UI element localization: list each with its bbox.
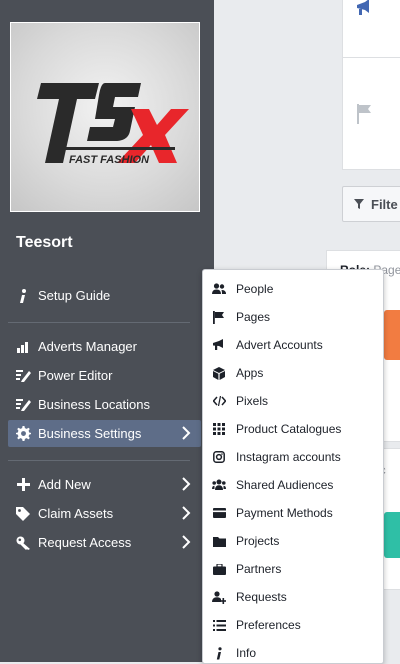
edit-icon (15, 397, 31, 413)
nav-business-locations[interactable]: Business Locations (8, 391, 201, 418)
card-icon (212, 506, 226, 520)
orange-thumbnail (384, 310, 400, 360)
menu-item-label: People (236, 282, 274, 296)
menu-item-label: Advert Accounts (236, 338, 323, 352)
chevron-right-icon (179, 506, 193, 520)
folder-icon (212, 534, 226, 548)
menu-item-label: Requests (236, 590, 287, 604)
menu-item-preferences[interactable]: Preferences (203, 611, 383, 639)
nav-power-editor[interactable]: Power Editor (8, 362, 201, 389)
nav-label: Business Settings (38, 426, 142, 441)
code-icon (212, 394, 226, 408)
nav-business-settings[interactable]: Business Settings (8, 420, 201, 447)
filter-icon (353, 198, 365, 210)
chevron-right-icon (179, 535, 193, 549)
chevron-right-icon (179, 477, 193, 491)
flag-icon (356, 103, 374, 125)
flag-icon (212, 310, 226, 324)
nav-request-access[interactable]: Request Access (8, 529, 201, 556)
briefcase-icon (212, 562, 226, 576)
menu-item-label: Product Catalogues (236, 422, 342, 436)
nav-claim-assets[interactable]: Claim Assets (8, 500, 201, 527)
filter-label: Filte (371, 196, 398, 212)
filter-button[interactable]: Filte (342, 186, 400, 222)
chevron-right-icon (179, 426, 193, 440)
business-name: Teesort (16, 234, 73, 251)
menu-item-instagram-accounts[interactable]: Instagram accounts (203, 443, 383, 471)
menu-item-label: Instagram accounts (236, 450, 341, 464)
nav-add-new[interactable]: Add New (8, 471, 201, 498)
plus-icon (15, 477, 31, 493)
menu-item-label: Payment Methods (236, 506, 333, 520)
menu-item-advert-accounts[interactable]: Advert Accounts (203, 331, 383, 359)
menu-item-label: Shared Audiences (236, 478, 334, 492)
menu-item-label: Pages (236, 310, 271, 324)
teal-thumbnail (384, 512, 400, 558)
menu-item-label: Preferences (236, 618, 301, 632)
menu-item-label: Apps (236, 366, 264, 380)
megaphone-icon (212, 338, 226, 352)
nav-label: Business Locations (38, 397, 151, 412)
menu-item-payment-methods[interactable]: Payment Methods (203, 499, 383, 527)
nav-label: Request Access (38, 535, 132, 550)
people-icon (212, 282, 226, 296)
business-settings-menu: People Pages Advert Accounts Apps Pixels… (202, 269, 384, 664)
menu-item-product-catalogues[interactable]: Product Catalogues (203, 415, 383, 443)
business-logo: FAST FASHION (10, 22, 200, 212)
nav-label: Setup Guide (38, 288, 111, 303)
divider (8, 322, 190, 323)
person-add-icon (212, 590, 226, 604)
menu-item-label: Projects (236, 534, 280, 548)
logo-tagline: FAST FASHION (69, 154, 150, 166)
menu-item-pages[interactable]: Pages (203, 303, 383, 331)
nav-label: Claim Assets (38, 506, 114, 521)
cube-icon (212, 366, 226, 380)
chart-icon (15, 339, 31, 355)
nav-label: Add New (38, 477, 91, 492)
nav-setup-guide[interactable]: Setup Guide (8, 282, 201, 309)
menu-item-projects[interactable]: Projects (203, 527, 383, 555)
menu-item-label: Info (236, 646, 257, 660)
menu-item-partners[interactable]: Partners (203, 555, 383, 583)
menu-item-label: Partners (236, 562, 282, 576)
gear-icon (15, 426, 31, 442)
instagram-icon (212, 450, 226, 464)
key-icon (15, 535, 31, 551)
menu-item-label: Pixels (236, 394, 269, 408)
divider (8, 460, 190, 461)
list-icon (212, 618, 226, 632)
tag-icon (15, 506, 31, 522)
audience-icon (212, 478, 226, 492)
menu-item-shared-audiences[interactable]: Shared Audiences (203, 471, 383, 499)
menu-item-pixels[interactable]: Pixels (203, 387, 383, 415)
menu-item-people[interactable]: People (203, 275, 383, 303)
edit-icon (15, 368, 31, 384)
grid-icon (212, 422, 226, 436)
top-card (342, 0, 400, 170)
nav-adverts-manager[interactable]: Adverts Manager (8, 333, 201, 360)
nav-label: Power Editor (38, 368, 113, 383)
info-icon (212, 646, 226, 660)
menu-item-info[interactable]: Info (203, 639, 383, 663)
megaphone-icon (355, 0, 375, 17)
info-icon (15, 288, 31, 304)
nav-label: Adverts Manager (38, 339, 137, 354)
menu-item-requests[interactable]: Requests (203, 583, 383, 611)
menu-item-apps[interactable]: Apps (203, 359, 383, 387)
sidebar: FAST FASHION Teesort Setup Guide Adverts… (0, 0, 214, 662)
